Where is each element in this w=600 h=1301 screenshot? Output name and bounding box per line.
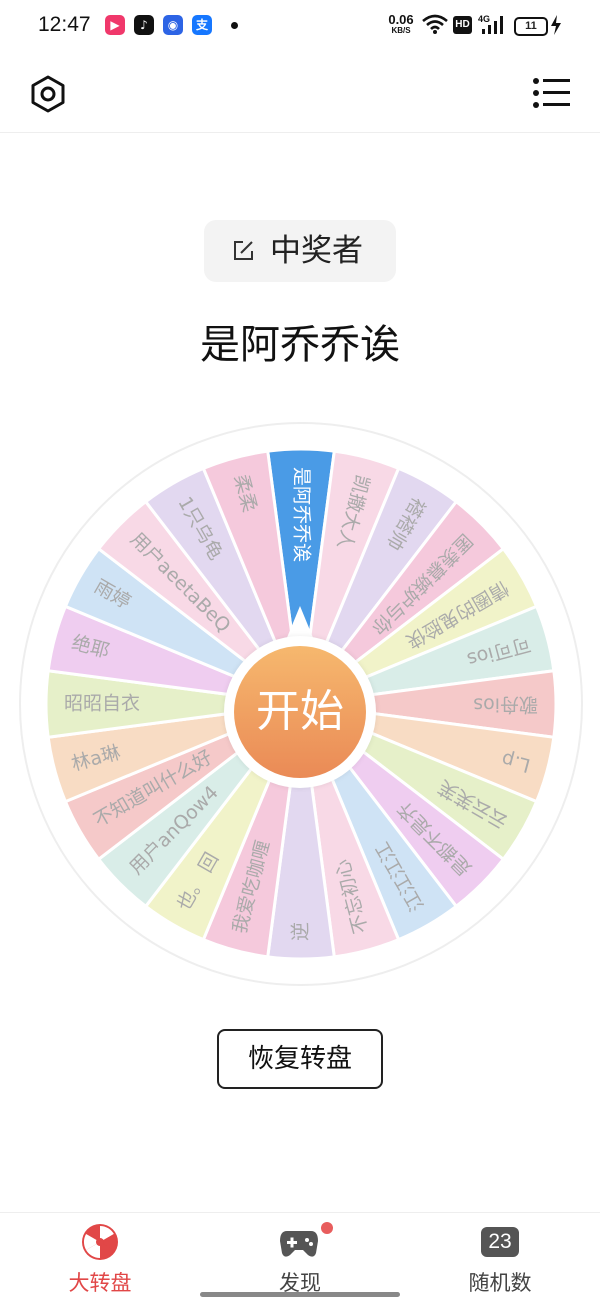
hd-badge: HD [453, 16, 472, 34]
edit-icon [234, 241, 253, 260]
signal-icon: 4G [478, 14, 503, 34]
hexagon-settings-icon[interactable] [28, 74, 68, 114]
start-button-label: 开始 [256, 686, 344, 737]
app-header [0, 54, 600, 133]
tiktok-icon: ♪ [134, 15, 154, 35]
status-time: 12:47 [38, 13, 91, 36]
wheel-tab-icon [82, 1224, 118, 1260]
nav-item-wheel[interactable]: 大转盘 [30, 1213, 170, 1301]
winner-name: 是阿乔乔诶 [200, 322, 400, 368]
discover-badge [321, 1222, 333, 1234]
reset-wheel-button[interactable]: 恢复转盘 [217, 1029, 383, 1089]
status-bar: 12:47 ▶ ♪ ◉ 支 0.06 KB/S HD 4G 11 [0, 0, 600, 54]
wheel-segment-label: 是阿乔乔诶 [291, 467, 313, 562]
wheel-segment-label: 歌舟ios [473, 694, 538, 716]
winner-edit-button[interactable]: 中奖者 [204, 220, 396, 282]
net-speed: 0.06 KB/S [384, 12, 418, 36]
video-app-icon: ▶ [105, 15, 125, 35]
home-indicator [200, 1292, 400, 1297]
net-speed-value: 0.06 [388, 12, 414, 27]
nav-label-random-number: 随机数 [468, 1271, 532, 1295]
wheel-segment-label: 逆 [290, 922, 312, 941]
nav-item-random-number[interactable]: 23 随机数 [430, 1213, 570, 1301]
baidu-icon: ◉ [163, 15, 183, 35]
wheel-segment-label: 昭昭自衣 [64, 693, 140, 715]
list-menu-icon[interactable] [532, 76, 570, 110]
nav-label-wheel: 大转盘 [68, 1271, 132, 1295]
network-type: 4G [478, 14, 490, 24]
nav-item-discover[interactable]: 发现 [230, 1213, 370, 1301]
bottom-nav: 大转盘 发现 23 随机数 [0, 1212, 600, 1301]
more-notifications-dot [231, 22, 238, 29]
random-number-icon: 23 [481, 1227, 519, 1257]
alipay-icon: 支 [192, 15, 212, 35]
wheel-pointer [286, 606, 314, 640]
gamepad-icon [280, 1231, 318, 1257]
charging-icon [551, 15, 561, 35]
winner-chip-label: 中奖者 [270, 233, 363, 269]
battery-level: 11 [514, 17, 548, 36]
wifi-icon [422, 14, 448, 34]
start-button[interactable]: 开始 [224, 636, 376, 788]
